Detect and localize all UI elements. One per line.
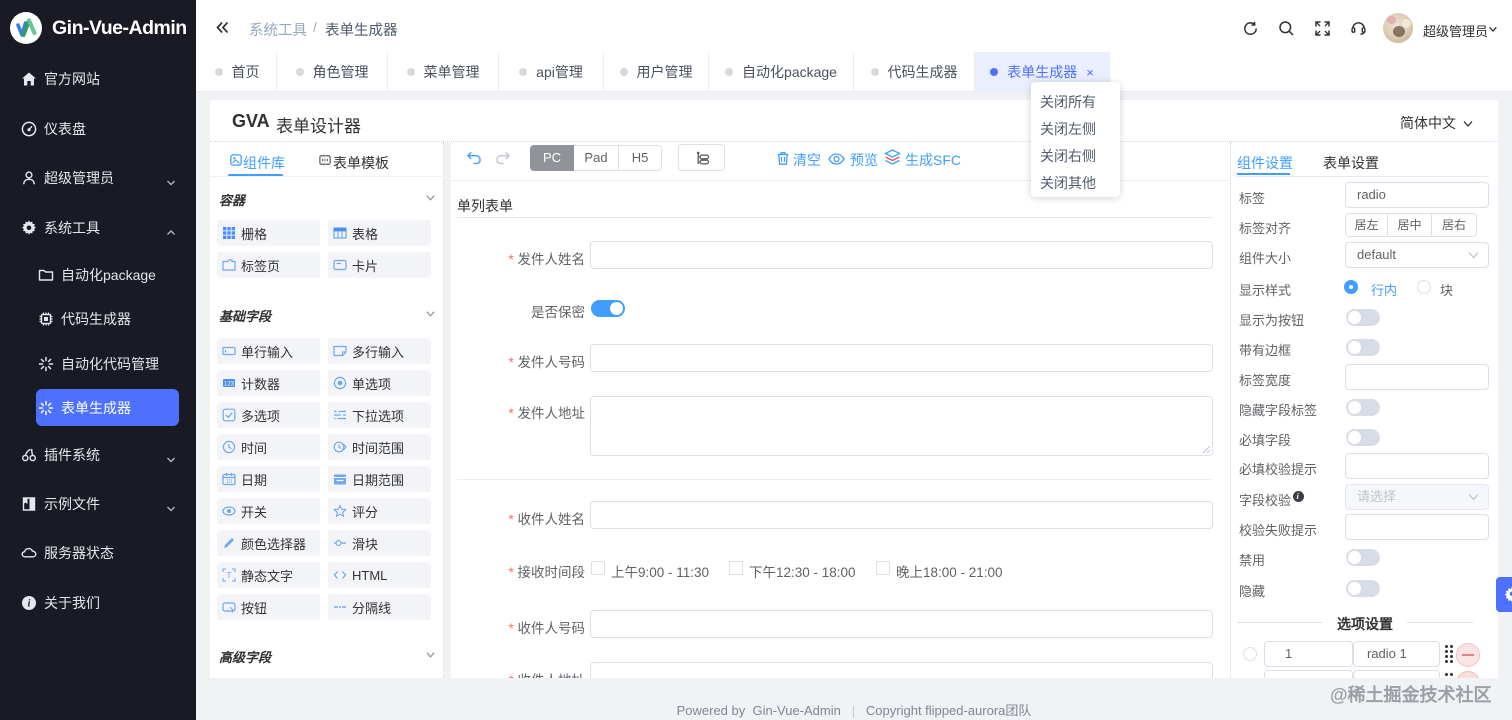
svg-text:T: T <box>227 571 232 580</box>
svg-text:123: 123 <box>224 382 235 388</box>
svg-text:i: i <box>28 599 31 610</box>
svg-text:19: 19 <box>226 479 232 485</box>
